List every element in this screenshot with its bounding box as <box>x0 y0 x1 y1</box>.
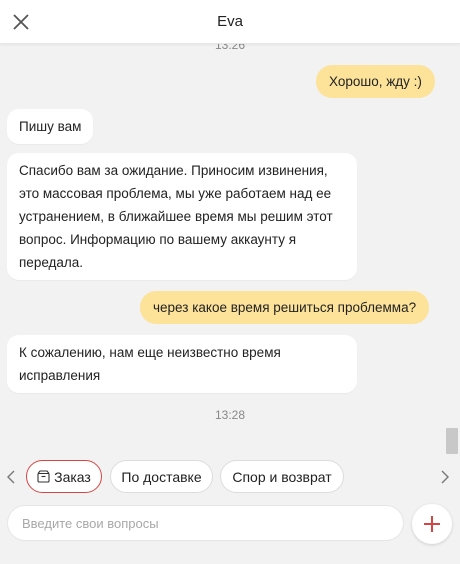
add-button[interactable] <box>412 504 452 544</box>
outgoing-message: Хорошо, жду :) <box>316 65 435 98</box>
chevron-right-icon <box>441 470 449 484</box>
chat-header: Eva <box>0 0 460 44</box>
quick-reply-label: Спор и возврат <box>232 468 332 485</box>
quick-reply-order[interactable]: Заказ <box>26 460 102 493</box>
scrollbar-thumb[interactable] <box>446 428 458 454</box>
quick-reply-label: Заказ <box>54 468 91 485</box>
scroll-right-button[interactable] <box>438 466 452 488</box>
scroll-left-button[interactable] <box>4 466 18 488</box>
plus-icon <box>424 516 440 532</box>
incoming-message: Пишу вам <box>7 109 94 144</box>
box-icon <box>37 470 50 483</box>
message-input[interactable] <box>7 505 404 541</box>
quick-reply-label: По доставке <box>121 468 202 485</box>
quick-reply-dispute-return[interactable]: Спор и возврат <box>220 460 344 493</box>
chat-title: Eva <box>217 13 243 30</box>
composer <box>0 500 460 564</box>
chevron-left-icon <box>7 470 15 484</box>
quick-reply-delivery[interactable]: По доставке <box>110 460 213 493</box>
outgoing-message: через какое время решиться проблемма? <box>140 291 430 324</box>
incoming-message: Спасибо вам за ожидание. Приносим извине… <box>7 153 357 280</box>
quick-replies-bar: Заказ По доставке Спор и возврат <box>0 454 460 500</box>
timestamp: 13:28 <box>214 408 246 422</box>
message-list[interactable]: 13:26 Хорошо, жду :) Пишу вам Спасибо ва… <box>0 44 460 454</box>
timestamp: 13:26 <box>214 44 246 52</box>
incoming-message: К сожалению, нам еще неизвестно время ис… <box>7 335 357 393</box>
